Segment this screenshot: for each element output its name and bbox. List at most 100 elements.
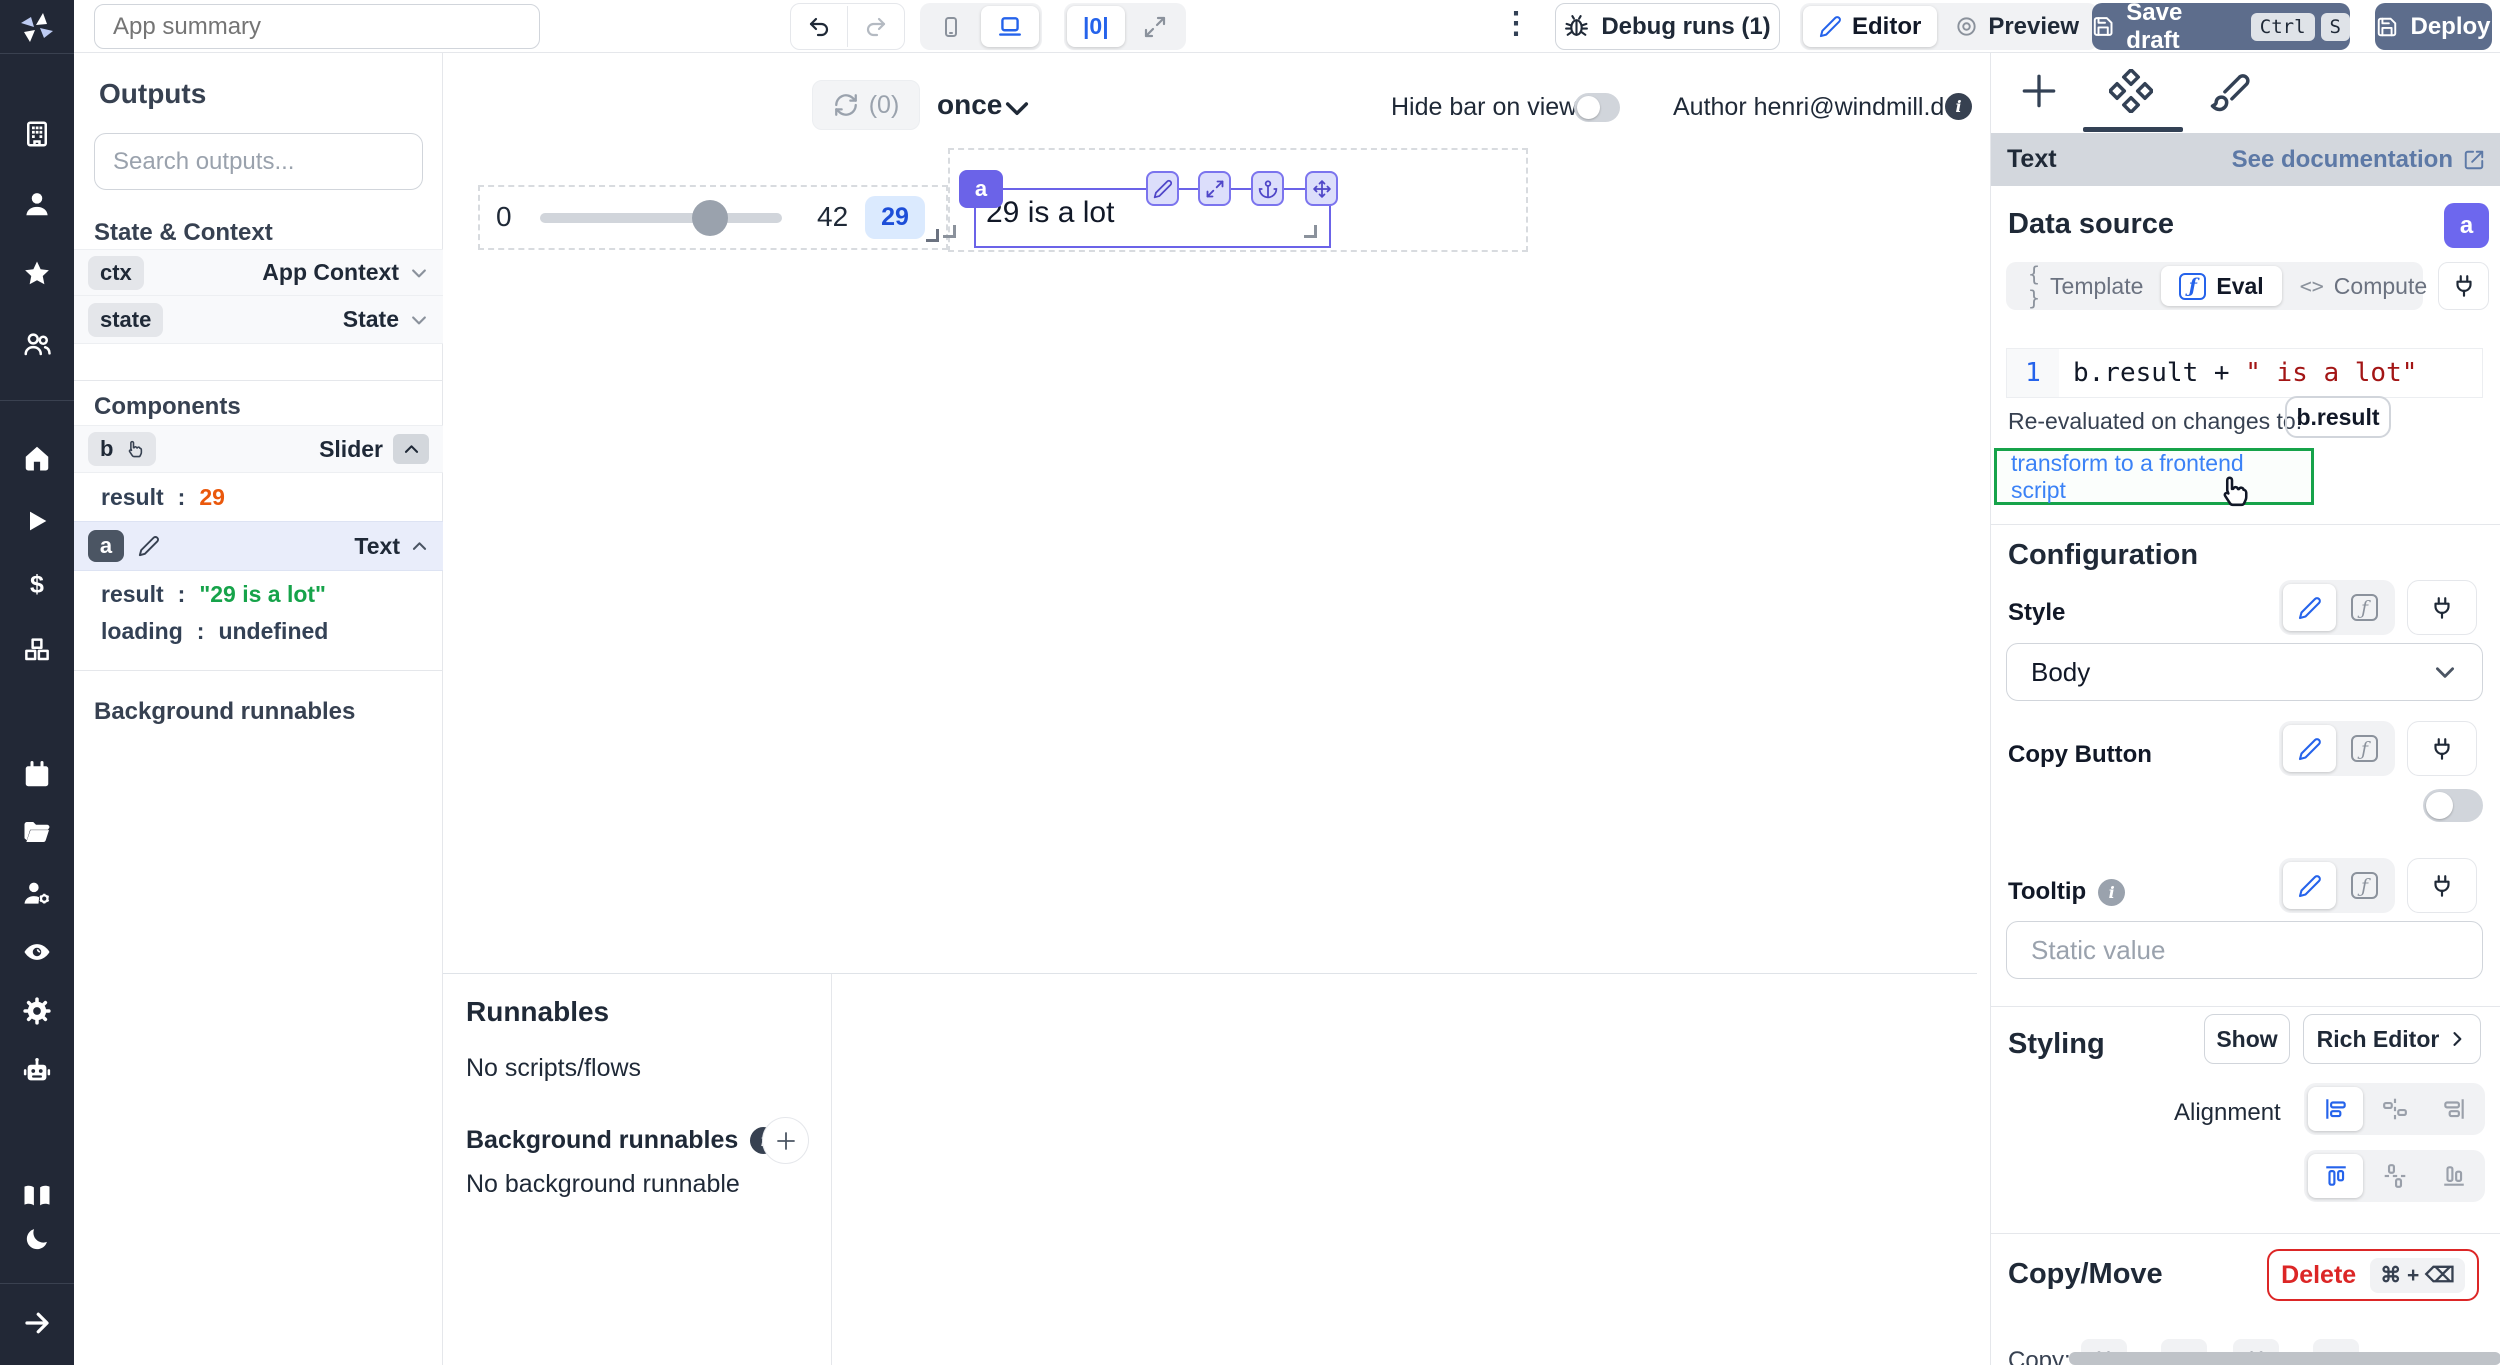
edit-component-button[interactable] — [1146, 171, 1179, 206]
loading-key: loading — [101, 618, 183, 645]
search-outputs-input[interactable] — [94, 133, 423, 190]
centered-layout-button[interactable]: |0| — [1067, 6, 1125, 47]
chevron-down-icon[interactable] — [409, 263, 429, 283]
eval-code-editor[interactable]: 1 b.result + " is a lot" — [2006, 348, 2483, 398]
see-documentation-link[interactable]: See documentation — [2232, 146, 2485, 174]
windmill-logo-icon[interactable] — [17, 7, 57, 47]
debug-runs-button[interactable]: Debug runs (1) — [1555, 3, 1780, 50]
redo-button[interactable] — [848, 6, 904, 47]
delete-component-button[interactable]: Delete ⌘ + ⌫ — [2267, 1249, 2479, 1301]
output-row-ctx[interactable]: ctx App Context — [74, 249, 443, 296]
horizontal-scrollbar[interactable] — [2069, 1352, 2500, 1365]
rich-editor-button[interactable]: Rich Editor — [2303, 1014, 2481, 1064]
align-bottom-button[interactable] — [2426, 1154, 2481, 1198]
desktop-view-button[interactable] — [981, 6, 1039, 47]
tooltip-field[interactable] — [2006, 921, 2483, 979]
eval-edit-button[interactable]: ƒ — [2338, 862, 2391, 909]
connect-plug-button[interactable] — [2407, 580, 2477, 635]
anchor-component-button[interactable] — [1251, 171, 1284, 206]
variables-dollar-icon[interactable]: $ — [0, 557, 74, 613]
slider-grid-cell[interactable]: 0 42 29 — [478, 185, 948, 250]
global-styling-tab[interactable] — [2209, 71, 2251, 113]
home-icon[interactable] — [0, 430, 74, 486]
collapse-arrow-icon[interactable] — [0, 1295, 74, 1351]
compute-tab[interactable]: <> Compute — [2282, 266, 2445, 306]
connect-plug-button[interactable] — [2407, 858, 2477, 913]
copy-button-toggle[interactable] — [2423, 789, 2483, 822]
fullscreen-button[interactable] — [1127, 6, 1183, 47]
show-styling-button[interactable]: Show — [2204, 1014, 2290, 1064]
output-row-state[interactable]: state State — [74, 296, 443, 344]
refresh-mode-select[interactable]: once — [937, 89, 1002, 121]
chevron-down-icon[interactable] — [409, 310, 429, 330]
align-center-button[interactable] — [2367, 1087, 2422, 1131]
transform-frontend-script-link[interactable]: transform to a frontend script — [2011, 450, 2297, 504]
collapse-chevron-button[interactable] — [393, 434, 429, 464]
connect-plug-button[interactable] — [2438, 262, 2489, 310]
static-edit-button[interactable] — [2283, 862, 2336, 909]
runs-play-icon[interactable] — [0, 493, 74, 549]
reeval-dependency-pill[interactable]: b.result — [2285, 396, 2391, 438]
eval-edit-button[interactable]: ƒ — [2338, 584, 2391, 631]
copy-button-label: Copy Button — [2008, 741, 2152, 769]
undo-button[interactable] — [791, 6, 848, 47]
workers-usercog-icon[interactable] — [0, 865, 74, 921]
slider-track[interactable] — [540, 213, 782, 223]
move-component-button[interactable] — [1305, 171, 1338, 206]
align-center-icon — [2382, 1096, 2408, 1122]
template-tab[interactable]: { } Template — [2010, 266, 2161, 306]
settings-gear-icon[interactable] — [0, 983, 74, 1039]
resize-handle[interactable] — [926, 229, 939, 242]
slider-handle[interactable] — [692, 200, 728, 236]
component-type-label: Text — [2007, 145, 2057, 174]
groups-icon[interactable] — [0, 316, 74, 372]
insert-component-tab[interactable] — [2017, 69, 2061, 113]
slider-value-badge[interactable]: 29 — [865, 196, 925, 239]
align-right-button[interactable] — [2426, 1087, 2481, 1131]
workspace-icon[interactable] — [0, 106, 74, 162]
refresh-button[interactable]: (0) — [812, 80, 920, 130]
align-top-button[interactable] — [2308, 1154, 2363, 1198]
dark-mode-moon-icon[interactable] — [0, 1211, 74, 1267]
more-menu-button[interactable]: ⋮ — [1501, 6, 1531, 41]
style-select[interactable]: Body — [2006, 643, 2483, 701]
preview-tab[interactable]: Preview — [1939, 6, 2095, 47]
component-row-text[interactable]: a Text — [74, 521, 443, 571]
tooltip-input[interactable] — [2006, 921, 2483, 979]
static-edit-button[interactable] — [2283, 725, 2336, 772]
static-edit-button[interactable] — [2283, 584, 2336, 631]
audit-eye-icon[interactable] — [0, 924, 74, 980]
eval-edit-button[interactable]: ƒ — [2338, 725, 2391, 772]
schedules-calendar-icon[interactable] — [0, 747, 74, 803]
resize-handle[interactable] — [1304, 225, 1317, 238]
app-summary-input[interactable] — [94, 4, 540, 49]
eval-tab[interactable]: ƒ Eval — [2161, 266, 2281, 306]
app-summary-field[interactable] — [94, 4, 540, 49]
align-left-button[interactable] — [2308, 1087, 2363, 1131]
resources-cubes-icon[interactable] — [0, 621, 74, 677]
component-settings-tab[interactable] — [2109, 69, 2153, 113]
favorites-star-icon[interactable] — [0, 246, 74, 302]
hide-bar-toggle[interactable] — [1574, 93, 1620, 122]
collapse-chevron-icon[interactable] — [410, 537, 429, 556]
state-context-title: State & Context — [94, 219, 273, 247]
user-icon[interactable] — [0, 176, 74, 232]
ai-robot-icon[interactable] — [0, 1043, 74, 1099]
resize-handle[interactable] — [943, 225, 956, 238]
connect-plug-button[interactable] — [2407, 721, 2477, 776]
add-background-runnable-button[interactable] — [762, 1117, 809, 1164]
app-canvas[interactable]: (0) once Hide bar on view Author henri@w… — [443, 53, 1977, 973]
editor-tab[interactable]: Editor — [1803, 6, 1937, 47]
deploy-button[interactable]: Deploy — [2375, 3, 2492, 50]
folders-icon[interactable] — [0, 804, 74, 860]
mobile-view-button[interactable] — [923, 6, 979, 47]
component-row-slider[interactable]: b Slider — [74, 425, 443, 473]
info-icon[interactable]: i — [1945, 93, 1972, 120]
info-icon[interactable]: i — [2098, 879, 2125, 906]
expand-component-button[interactable] — [1198, 171, 1231, 206]
chevron-down-icon[interactable] — [1001, 92, 1033, 124]
pencil-icon[interactable] — [138, 535, 160, 557]
save-draft-button[interactable]: Save draft Ctrl S — [2092, 3, 2350, 50]
align-middle-button[interactable] — [2367, 1154, 2422, 1198]
slider-chip[interactable]: b — [88, 432, 156, 466]
